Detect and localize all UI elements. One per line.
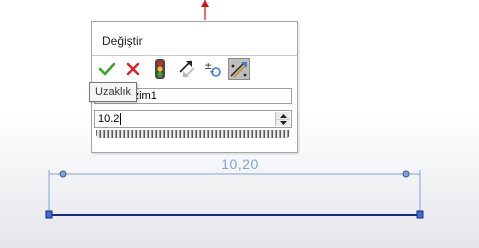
sketch-endpoint-left[interactable] [45,210,53,219]
sketch-endpoint-right[interactable] [416,210,424,219]
chevron-down-icon [279,121,287,125]
text-caret [120,113,121,125]
tolerance-plus-minus-icon: ± [204,61,221,77]
svg-text:±: ± [204,61,212,72]
tolerance-button[interactable]: ± [202,58,224,80]
cancel-button[interactable] [122,58,144,80]
spin-up-button[interactable] [276,112,290,119]
dimension-value-text: 10.2 [98,113,120,125]
reverse-dimension-button[interactable] [175,58,197,80]
rebuild-button[interactable] [149,58,171,80]
dimension-value-input[interactable]: 10.2 [94,110,292,128]
chevron-up-icon [279,113,287,118]
origin-arrow-icon [201,0,209,20]
tooltip: Uzaklık [89,82,138,102]
mark-dimension-icon [230,62,247,78]
ok-button[interactable] [96,58,118,80]
dialog-title: Değiştir [102,34,143,48]
cancel-x-icon [126,62,140,76]
mark-dimension-button[interactable] [228,58,250,80]
dimension-arrow-right [402,170,410,178]
dimension-arrow-left [59,170,67,178]
dimension-value-label[interactable]: 10,20 [190,156,290,172]
spin-down-button[interactable] [276,119,290,126]
value-spinner[interactable] [275,112,290,126]
reverse-arrows-icon [179,60,195,78]
checkmark-icon [99,62,115,76]
title-divider [92,55,297,56]
traffic-light-icon [155,59,165,79]
thumbwheel[interactable] [96,130,290,138]
